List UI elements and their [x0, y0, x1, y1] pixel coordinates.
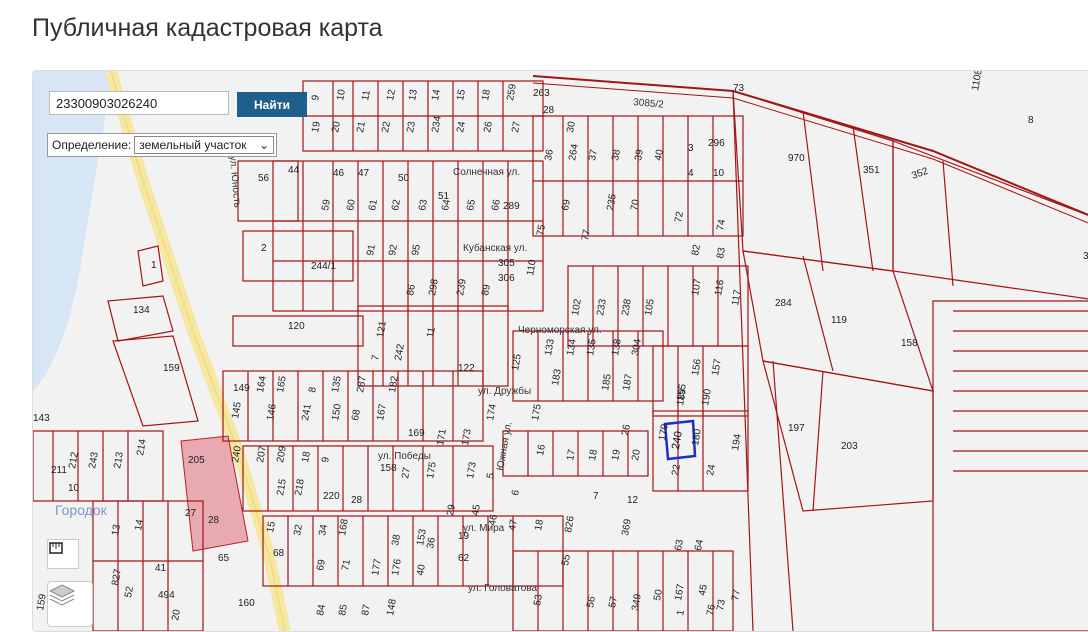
parcel-number-label: 970 — [788, 153, 805, 164]
search-button[interactable]: Найти — [237, 92, 307, 117]
street-label: ул. Головатова — [468, 583, 538, 594]
parcel-number-label: 28 — [351, 495, 363, 506]
parcel-number-label: 169 — [408, 428, 425, 439]
parcel-number-label: 263 — [533, 88, 550, 99]
parcel-number-label: 19 — [458, 531, 470, 542]
parcel-number-label: 296 — [708, 138, 725, 149]
page-title: Публичная кадастровая карта — [32, 14, 383, 42]
parcel-number-label: 36 — [1083, 251, 1088, 262]
parcel-number-label: 149 — [233, 383, 250, 394]
parcel-number-label: 244/1 — [311, 261, 336, 272]
parcel-number-label: 10 — [68, 483, 80, 494]
parcel-number-label: 220 — [323, 491, 340, 502]
parcel-number-label: 305 — [498, 258, 515, 269]
parcel-number-label: 289 — [503, 201, 520, 212]
street-label: ул. Победы — [378, 450, 431, 462]
parcel-number-label: 44 — [288, 165, 300, 176]
definition-selected: земельный участок — [139, 138, 247, 152]
parcel-number-label: 12 — [627, 495, 639, 506]
layers-button[interactable] — [47, 581, 93, 627]
street-label: Солнечная ул. — [453, 167, 520, 178]
street-label: ул. Дружбы — [478, 385, 531, 397]
parcel-number-label: 8 — [1028, 115, 1034, 126]
parcel-number-label: 47 — [358, 168, 370, 179]
parcel-number-label: 160 — [238, 598, 255, 609]
definition-select[interactable]: земельный участок ⌄ — [134, 136, 275, 154]
parcel-number-label: 43 — [33, 71, 45, 74]
parcel-number-label: 10 — [713, 168, 725, 179]
street-label: ул. Мира — [463, 523, 505, 534]
parcel-number-label: 134 — [133, 305, 150, 316]
parcel-number-label: 28 — [208, 515, 220, 526]
parcel-number-label: 50 — [398, 173, 410, 184]
parcel-number-label: 119 — [831, 315, 847, 326]
parcel-number-label: 27 — [185, 508, 197, 519]
parcel-number-label: 41 — [155, 563, 167, 574]
parcel-number-label: 3 — [688, 143, 694, 154]
parcel-number-label: 197 — [788, 423, 805, 434]
parcel-number-label: 7 — [593, 491, 599, 502]
parcel-number-label: 120 — [288, 321, 305, 332]
parcel-number-label: 56 — [258, 173, 270, 184]
parcel-number-label: 65 — [218, 553, 230, 564]
parcel-number-label: 158 — [901, 338, 918, 349]
layers-icon — [48, 584, 76, 606]
parcel-number-label: 68 — [273, 548, 285, 559]
chevron-down-icon: ⌄ — [259, 138, 270, 152]
parcel-number-label: 4 — [688, 168, 694, 179]
cadastral-number-input[interactable] — [49, 91, 229, 115]
parcel-number-label: 494 — [158, 590, 175, 601]
ruler-button[interactable] — [47, 539, 79, 569]
parcel-number-label: 159 — [163, 363, 180, 374]
parcel-number-label: 62 — [458, 553, 470, 564]
ruler-icon — [49, 542, 63, 554]
parcel-number-label: 306 — [498, 273, 515, 284]
parcel-number-label: 351 — [863, 165, 880, 176]
parcel-number-label: 46 — [333, 168, 345, 179]
parcel-number-label: 2 — [261, 243, 267, 254]
street-label: Черноморская ул. — [518, 325, 602, 336]
place-label: Городок — [55, 502, 108, 518]
parcel-number-label: 284 — [775, 298, 792, 309]
definition-control: Определение: земельный участок ⌄ — [47, 133, 278, 157]
cadastral-map[interactable]: Солнечная ул. Кубанская ул. Черноморская… — [32, 70, 1088, 632]
parcel-number-label: 73 — [733, 83, 745, 94]
parcel-number-label: 28 — [543, 105, 555, 116]
parcel-number-label: 122 — [458, 363, 475, 374]
parcel-number-label: 143 — [33, 413, 50, 424]
parcel-number-label: 203 — [841, 441, 858, 452]
parcel-number-label: 205 — [188, 455, 205, 466]
parcel-number-label: 158 — [380, 463, 397, 474]
street-label: Кубанская ул. — [463, 242, 527, 254]
parcel-number-label: 211 — [51, 465, 67, 476]
parcel-number-label: 1 — [151, 260, 157, 271]
definition-label: Определение: — [52, 138, 132, 152]
